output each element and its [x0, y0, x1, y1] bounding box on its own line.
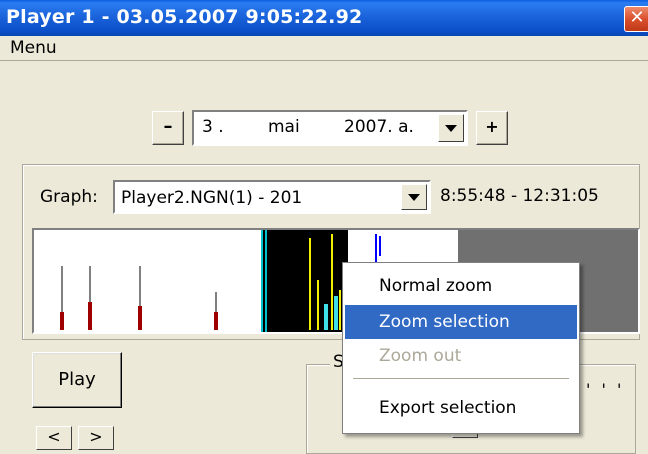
date-year[interactable]: 2007. a.	[344, 117, 414, 137]
speed-slider-ticks: ' ' '	[586, 380, 625, 399]
date-picker[interactable]: 3 . mai 2007. a.	[192, 110, 468, 146]
chevron-down-icon	[408, 194, 420, 201]
previous-button[interactable]: <	[36, 426, 72, 450]
graph-bar	[60, 312, 64, 330]
date-day[interactable]: 3 .	[202, 117, 224, 137]
graph-bar	[88, 302, 92, 330]
graph-dropdown-button[interactable]	[401, 184, 427, 210]
menu-divider	[0, 60, 648, 62]
play-button-label: Play	[58, 369, 96, 390]
context-menu: Normal zoom Zoom selection Zoom out Expo…	[342, 262, 580, 434]
graph-time-range: 8:55:48 - 12:31:05	[440, 186, 599, 206]
play-button[interactable]: Play	[32, 352, 122, 408]
menu-item-zoom-out: Zoom out	[379, 346, 462, 366]
menu-item-zoom-selection[interactable]: Zoom selection	[345, 305, 577, 339]
graph-select[interactable]: Player2.NGN(1) - 201	[113, 180, 431, 214]
graph-bar	[214, 312, 218, 330]
graph-label: Graph:	[40, 187, 98, 207]
date-dropdown-button[interactable]	[438, 114, 464, 142]
window-title: Player 1 - 03.05.2007 9:05:22.92	[6, 6, 363, 28]
date-decrement-button[interactable]: –	[152, 111, 184, 145]
graph-trace	[334, 296, 338, 330]
menu-item-normal-zoom[interactable]: Normal zoom	[345, 269, 577, 303]
graph-select-value: Player2.NGN(1) - 201	[121, 188, 303, 208]
menu-item-menu[interactable]: Menu	[10, 38, 57, 58]
menu-separator	[353, 378, 569, 380]
date-increment-button[interactable]: +	[476, 111, 508, 145]
graph-bar	[138, 306, 142, 330]
date-month[interactable]: mai	[268, 117, 300, 137]
close-button[interactable]: ✕	[624, 6, 648, 32]
menu-item-export-selection[interactable]: Export selection	[345, 391, 577, 425]
chevron-down-icon	[445, 125, 457, 132]
next-button[interactable]: >	[78, 426, 114, 450]
graph-trace	[324, 304, 328, 330]
